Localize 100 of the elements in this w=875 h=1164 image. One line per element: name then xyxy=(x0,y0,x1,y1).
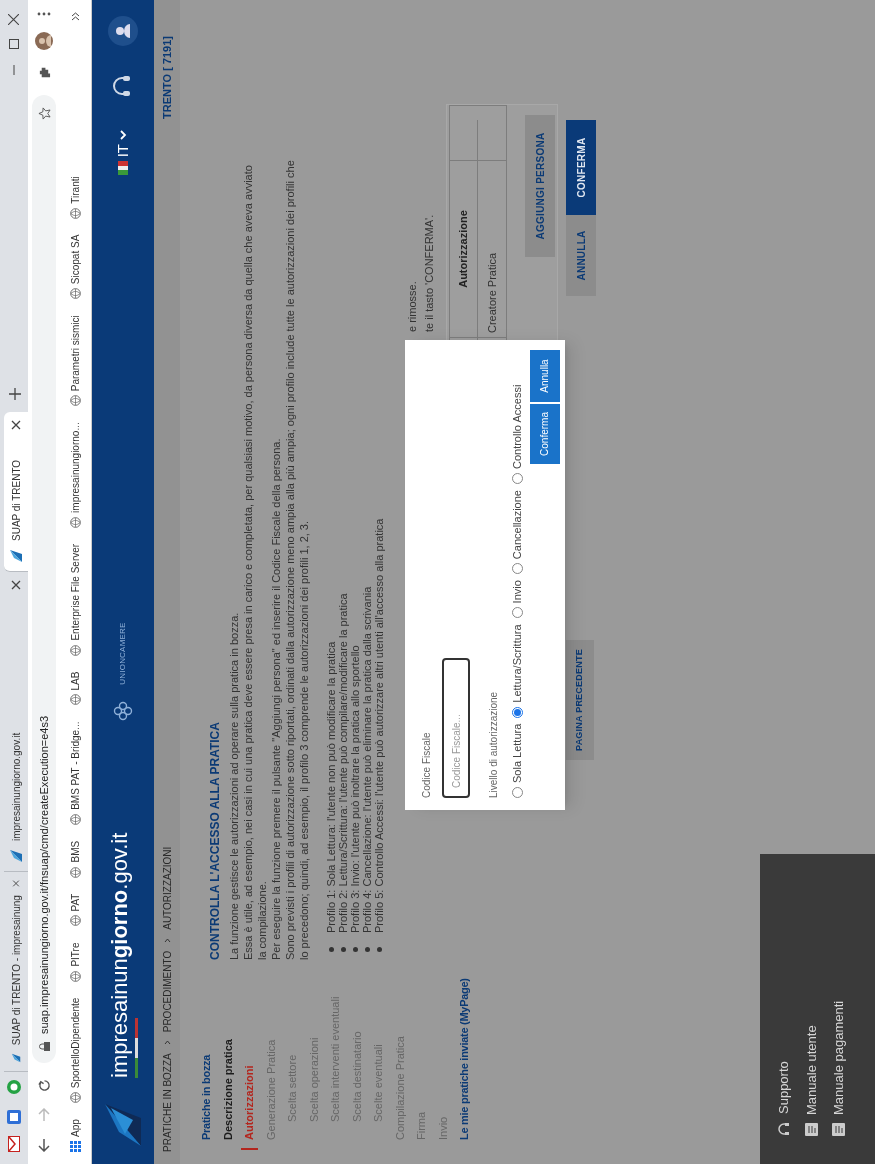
close-icon[interactable] xyxy=(11,420,21,430)
bullet-icon xyxy=(352,947,358,952)
description-text: e rimosse. xyxy=(405,280,419,332)
bullet-icon xyxy=(328,947,334,952)
book-icon xyxy=(804,1123,818,1136)
profile-text: Profilo 4: Cancellazione: l'utente può eliminare la pratica dalla scrivania xyxy=(361,586,373,933)
flag-icon xyxy=(118,161,128,176)
kite-icon xyxy=(9,849,23,863)
profile-text: Profilo 1: Sola Lettura: l'utente non può modificare la pratica xyxy=(325,641,337,933)
tab-title: impresainungiorno.gov.it xyxy=(9,731,23,841)
avatar-icon[interactable] xyxy=(35,32,53,50)
globe-icon xyxy=(70,288,81,300)
more-icon[interactable] xyxy=(37,12,51,16)
bookmark[interactable]: impresainungiorno... xyxy=(68,422,83,528)
radio-option[interactable]: Lettura/Scrittura xyxy=(509,624,526,718)
breadcrumb-link[interactable]: PRATICHE IN BOZZA xyxy=(159,1053,175,1152)
column-header: Autorizzazione xyxy=(456,210,471,288)
radio-option[interactable]: Sola Lettura xyxy=(509,723,526,798)
profile-text: Profilo 2: Lettura/Scrittura: l'utente può compilare/modificare la pratica xyxy=(337,593,349,933)
bookmark[interactable]: BMS xyxy=(68,840,83,878)
url-text: suap.impresainungiorno.gov.it/fnsuap/cmd/createExecution=e4s3 xyxy=(36,714,51,1034)
bookmark[interactable]: BMS PAT - Bridge... xyxy=(68,721,83,825)
profile-text: Profilo 3: Invio: l'utente può inoltrare la pratica allo sportello xyxy=(349,645,361,933)
apps-grid-icon xyxy=(70,1141,81,1152)
kite-icon xyxy=(9,1053,23,1063)
bookmark[interactable]: App xyxy=(68,1119,83,1152)
browser-tab[interactable]: SUAP di TRENTO xyxy=(4,412,28,572)
close-icon[interactable] xyxy=(11,580,21,590)
description-text: Essa è utile, ad esempio, nei casi in cui una pratica deve essere presa in carico e completata, per qualsiasi motivo, da persona diversa da quella che aveva avviato la compilazione. xyxy=(241,164,269,960)
globe-icon xyxy=(70,694,81,706)
description-text: Per eseguire la funzione premere il pulsante "Aggiungi persona" ed inserire il Codice Fiscale della persona. xyxy=(269,437,283,960)
bookmark[interactable]: SportelloDipendente xyxy=(68,997,83,1104)
globe-icon xyxy=(70,915,81,927)
radio-option[interactable]: Controllo Accessi xyxy=(509,384,526,485)
close-icon[interactable] xyxy=(8,14,19,25)
globe-icon xyxy=(70,516,81,528)
partner-logo-text: UNIONCAMERE xyxy=(117,622,128,685)
document-icon[interactable] xyxy=(7,1110,21,1124)
headset-icon xyxy=(776,1122,791,1136)
double-chevron-icon[interactable] xyxy=(71,12,80,21)
bookmark[interactable]: PAT xyxy=(68,893,83,927)
mail-icon[interactable] xyxy=(8,1136,20,1152)
book-icon xyxy=(832,1123,846,1136)
back-arrow-icon[interactable] xyxy=(38,1138,50,1152)
footer-link[interactable]: Manuale utente xyxy=(801,854,821,1136)
confirm-button[interactable]: CONFERMA xyxy=(566,120,596,215)
sidebar-item[interactable]: Le mie pratiche inviate (MyPage) xyxy=(456,978,473,1140)
star-icon[interactable] xyxy=(37,107,51,120)
description-text: La funzione gestisce le autorizzazioni ad operare sulla pratica in bozza. xyxy=(227,611,241,960)
profile-text: Profilo 5: Controllo Accessi: l'utente può autorizzare altri utenti all'accesso alla pratica xyxy=(373,518,385,933)
field-label: Livello di autorizzazione xyxy=(487,690,500,798)
globe-icon xyxy=(70,866,81,878)
kite-logo-icon xyxy=(103,1102,143,1148)
site-logo-text[interactable]: impresainungiorno.gov.it xyxy=(108,832,131,1078)
lock-icon xyxy=(38,1042,50,1051)
footer-link[interactable]: Manuale pagamenti xyxy=(829,854,849,1136)
footer-link[interactable]: Supporto xyxy=(774,854,794,1136)
user-icon[interactable] xyxy=(108,16,138,46)
bookmark[interactable]: Tiranti xyxy=(68,176,83,219)
location-label: TRENTO [ 7191] xyxy=(159,36,174,119)
breadcrumb-link[interactable]: PROCEDIMENTO xyxy=(159,950,175,1033)
plus-icon[interactable] xyxy=(9,388,21,400)
kite-icon xyxy=(9,549,23,563)
codice-fiscale-field[interactable]: Codice Fiscale... xyxy=(442,658,470,798)
flower-logo-icon xyxy=(113,700,133,721)
bookmark[interactable]: Parametri sismici xyxy=(68,315,83,407)
globe-icon xyxy=(70,644,81,656)
sidebar-item[interactable]: Descrizione pratica xyxy=(219,1039,236,1140)
globe-icon xyxy=(70,1092,81,1104)
radio-option[interactable]: Invio xyxy=(509,580,526,619)
address-bar[interactable]: suap.impresainungiorno.gov.it/fnsuap/cmd/createExecution=e4s3 xyxy=(32,95,56,1063)
chevron-right-icon xyxy=(163,937,171,943)
tab-title: SUAP di TRENTO xyxy=(9,458,23,541)
section-title: CONTROLLA L'ACCESSO ALLA PRATICA xyxy=(207,721,223,960)
radio-option[interactable]: Cancellazione xyxy=(509,490,526,575)
chevron-down-icon xyxy=(119,130,127,140)
reload-icon[interactable] xyxy=(37,1079,51,1092)
globe-icon xyxy=(70,207,81,219)
globe-icon xyxy=(70,813,81,825)
bookmark[interactable]: Sicopat SA xyxy=(68,234,83,300)
confirm-button[interactable]: Conferma xyxy=(529,404,560,464)
maximize-icon[interactable] xyxy=(9,39,19,49)
chevron-right-icon xyxy=(163,1040,171,1046)
cancel-button[interactable]: Annulla xyxy=(529,350,560,402)
sidebar-item[interactable]: Pratiche in bozza xyxy=(198,1054,215,1140)
bullet-icon xyxy=(376,947,382,952)
breadcrumb-link[interactable]: AUTORIZZAZIONI xyxy=(159,846,175,930)
puzzle-icon[interactable] xyxy=(37,66,51,79)
globe-icon xyxy=(70,970,81,982)
field-label: Codice Fiscale xyxy=(420,731,433,798)
radio-button[interactable] xyxy=(511,706,523,718)
chat-icon[interactable] xyxy=(7,1080,21,1094)
bookmark[interactable]: LAB xyxy=(68,671,83,706)
bookmark[interactable]: Enterprise File Server xyxy=(68,543,83,656)
tricolor-stripe-icon xyxy=(134,1018,138,1078)
language-selector[interactable]: IT xyxy=(111,130,135,176)
bullet-icon xyxy=(340,947,346,952)
bullet-icon xyxy=(364,947,370,952)
bookmark[interactable]: PITre xyxy=(68,942,83,982)
globe-icon xyxy=(70,395,81,407)
